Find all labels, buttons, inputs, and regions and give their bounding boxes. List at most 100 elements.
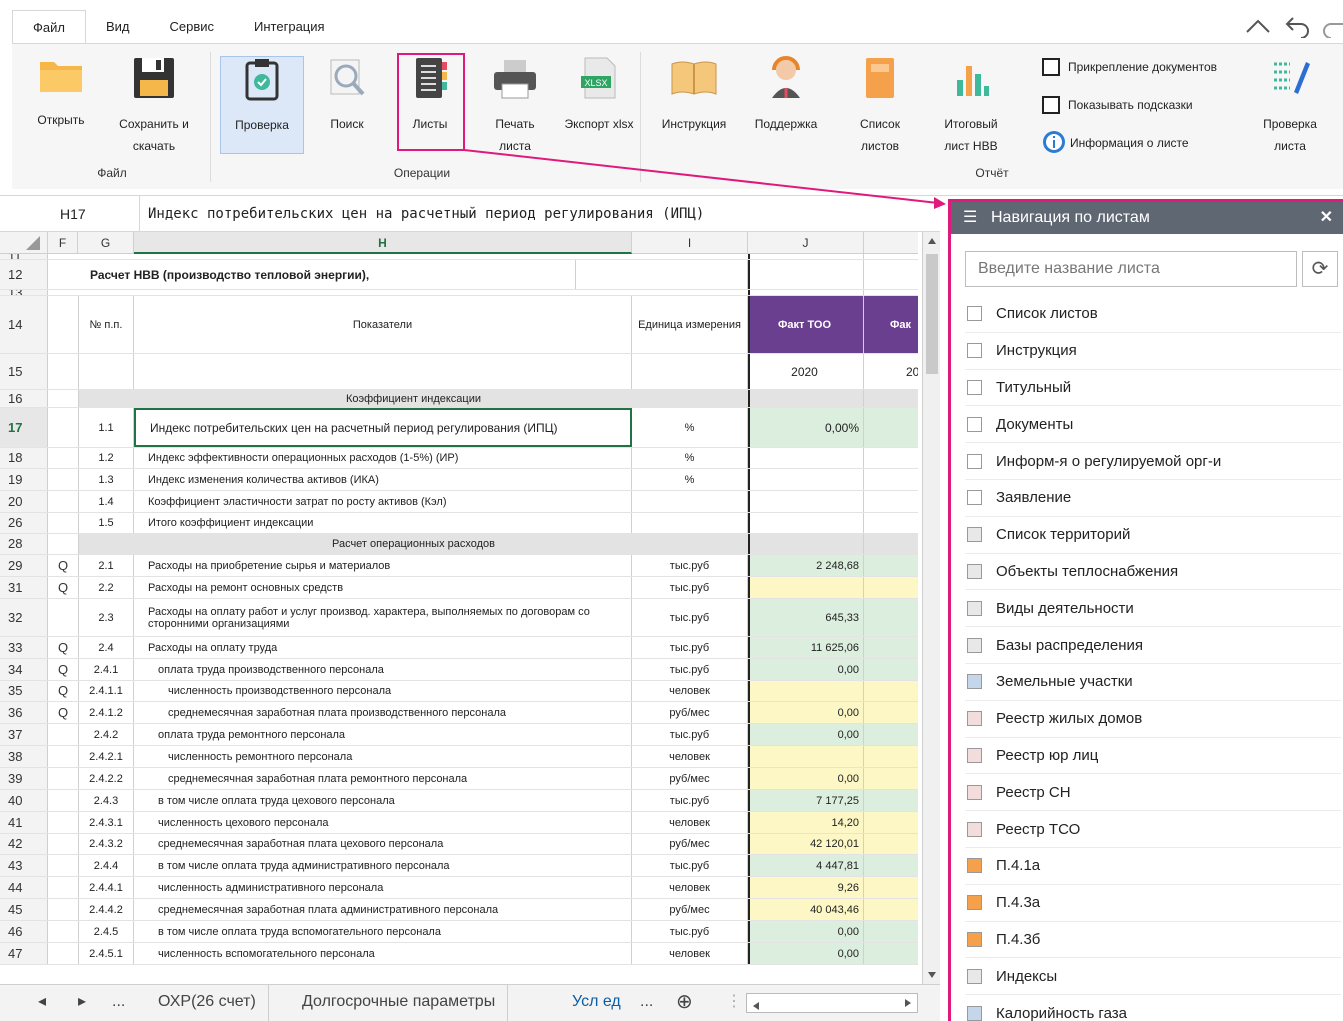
nav-sheet-item[interactable]: Инструкция bbox=[965, 333, 1341, 370]
row-number[interactable]: 20 bbox=[0, 491, 48, 512]
row-number[interactable]: 31 bbox=[0, 577, 48, 598]
scroll-up-icon[interactable] bbox=[923, 232, 940, 250]
cell-i[interactable] bbox=[632, 290, 748, 295]
undo-icon[interactable] bbox=[1283, 14, 1313, 45]
cell-h[interactable] bbox=[134, 354, 632, 389]
cell-j[interactable]: 0,00 bbox=[748, 943, 864, 964]
cell-i[interactable]: человек bbox=[632, 877, 748, 898]
cell-h[interactable]: численность ремонтного персонала bbox=[134, 746, 632, 767]
cell-g[interactable] bbox=[78, 290, 134, 295]
cell-k[interactable] bbox=[864, 921, 918, 942]
cell-k[interactable] bbox=[864, 254, 918, 259]
cell-f[interactable] bbox=[48, 448, 78, 468]
cell-k[interactable] bbox=[864, 637, 918, 658]
cell-g[interactable]: 2.4.2.1 bbox=[78, 746, 134, 767]
cell-h[interactable] bbox=[134, 254, 632, 259]
cell-i[interactable]: Единица измерения bbox=[632, 296, 748, 353]
cell-k[interactable] bbox=[864, 746, 918, 767]
cell-i[interactable] bbox=[632, 354, 748, 389]
cell-g[interactable]: 2.4.1.1 bbox=[78, 681, 134, 701]
row-number[interactable]: 19 bbox=[0, 469, 48, 490]
collapse-ribbon-icon[interactable] bbox=[1243, 14, 1273, 45]
cell-g[interactable]: 2.4.2.2 bbox=[78, 768, 134, 789]
sheet-list-button[interactable]: Список листов bbox=[848, 56, 912, 154]
nav-sheet-item[interactable]: Калорийность газа bbox=[965, 995, 1341, 1021]
column-header-k[interactable] bbox=[864, 232, 918, 254]
next-sheet-button[interactable]: ▸ bbox=[78, 985, 86, 1021]
cell-h[interactable]: в том числе оплата труда административно… bbox=[134, 855, 632, 876]
row-number[interactable]: 38 bbox=[0, 746, 48, 767]
cell-g[interactable]: 2.4.1.2 bbox=[78, 702, 134, 723]
add-sheet-button[interactable]: ⊕ bbox=[676, 985, 693, 1021]
cell-k[interactable] bbox=[864, 681, 918, 701]
cell-g[interactable]: 2.4.1 bbox=[78, 659, 134, 680]
cell-i[interactable]: человек bbox=[632, 746, 748, 767]
close-icon[interactable]: ✕ bbox=[1320, 202, 1333, 234]
cell-h[interactable]: численность производственного персонала bbox=[134, 681, 632, 701]
cell-h[interactable] bbox=[134, 290, 632, 295]
cell-i[interactable]: человек bbox=[632, 812, 748, 833]
scroll-left-icon[interactable] bbox=[747, 997, 765, 1015]
cell-h[interactable]: численность административного персонала bbox=[134, 877, 632, 898]
cell-g[interactable]: 2.4.3.1 bbox=[78, 812, 134, 833]
cell-h[interactable]: в том числе оплата труда вспомогательног… bbox=[134, 921, 632, 942]
cell-j[interactable] bbox=[748, 390, 864, 407]
search-button[interactable]: Поиск bbox=[316, 56, 378, 154]
row-number[interactable]: 13 bbox=[0, 290, 48, 295]
cell-j[interactable]: 7 177,25 bbox=[748, 790, 864, 811]
cell-j[interactable] bbox=[748, 491, 864, 512]
cell-f[interactable] bbox=[48, 899, 78, 920]
cell-f[interactable] bbox=[48, 513, 78, 533]
scroll-down-icon[interactable] bbox=[923, 966, 940, 984]
column-header-j[interactable]: J bbox=[748, 232, 864, 254]
cell-i[interactable] bbox=[632, 513, 748, 533]
cell-h[interactable]: среднемесячная заработная плата ремонтно… bbox=[134, 768, 632, 789]
cell-i[interactable] bbox=[632, 254, 748, 259]
cell-j[interactable]: 14,20 bbox=[748, 812, 864, 833]
cell-k[interactable] bbox=[864, 790, 918, 811]
cell-h[interactable]: Индекс изменения количества активов (ИКА… bbox=[134, 469, 632, 490]
cell-i[interactable]: тыс.руб bbox=[632, 637, 748, 658]
cell-k[interactable]: 20 bbox=[864, 354, 918, 389]
cell-k[interactable] bbox=[864, 702, 918, 723]
row-number[interactable]: 12 bbox=[0, 260, 48, 289]
cell-j[interactable] bbox=[748, 746, 864, 767]
total-sheet-button[interactable]: Итоговый лист НВВ bbox=[934, 56, 1008, 154]
lookup-icon[interactable]: Q bbox=[48, 555, 78, 576]
cell-i[interactable]: тыс.руб bbox=[632, 599, 748, 636]
row-number[interactable]: 33 bbox=[0, 637, 48, 658]
cell-h[interactable]: Расчет НВВ (производство тепловой энерги… bbox=[78, 260, 576, 289]
row-number[interactable]: 15 bbox=[0, 354, 48, 389]
nav-sheet-item[interactable]: Объекты теплоснабжения bbox=[965, 554, 1341, 591]
cell-i[interactable]: % bbox=[632, 469, 748, 490]
row-number[interactable]: 17 bbox=[0, 408, 48, 447]
cell-j[interactable]: 0,00 bbox=[748, 724, 864, 745]
cell-j[interactable] bbox=[748, 469, 864, 490]
cell-g[interactable]: 2.4.3 bbox=[78, 790, 134, 811]
row-number[interactable]: 16 bbox=[0, 390, 48, 407]
row-number[interactable]: 32 bbox=[0, 599, 48, 636]
cell-h[interactable]: численность цехового персонала bbox=[134, 812, 632, 833]
cell-h[interactable]: среднемесячная заработная плата производ… bbox=[134, 702, 632, 723]
cell-g[interactable]: № п.п. bbox=[78, 296, 134, 353]
row-number[interactable]: 41 bbox=[0, 812, 48, 833]
instructions-button[interactable]: Инструкция bbox=[652, 56, 736, 154]
cell-j[interactable]: 2020 bbox=[748, 354, 864, 389]
row-number[interactable]: 47 bbox=[0, 943, 48, 964]
row-number[interactable]: 11 bbox=[0, 254, 48, 259]
cell-f[interactable] bbox=[48, 254, 78, 259]
cell-i[interactable]: % bbox=[632, 448, 748, 468]
cell-g[interactable]: 1.1 bbox=[78, 408, 134, 447]
sheet-tab-active[interactable]: Усл ед bbox=[560, 985, 633, 1021]
cell-k[interactable] bbox=[864, 260, 918, 289]
row-number[interactable]: 45 bbox=[0, 899, 48, 920]
cell-k[interactable] bbox=[864, 577, 918, 598]
cell-g[interactable]: 2.4.2 bbox=[78, 724, 134, 745]
nav-sheet-item[interactable]: Титульный bbox=[965, 370, 1341, 407]
cell-h[interactable]: Индекс эффективности операционных расход… bbox=[134, 448, 632, 468]
cell-g[interactable]: 1.2 bbox=[78, 448, 134, 468]
cell-j[interactable]: Факт ТОО bbox=[748, 296, 864, 353]
sheet-tab[interactable]: ОХР(26 счет) bbox=[146, 985, 269, 1021]
cell-h[interactable]: Расходы на ремонт основных средств bbox=[134, 577, 632, 598]
cell-f[interactable] bbox=[48, 768, 78, 789]
